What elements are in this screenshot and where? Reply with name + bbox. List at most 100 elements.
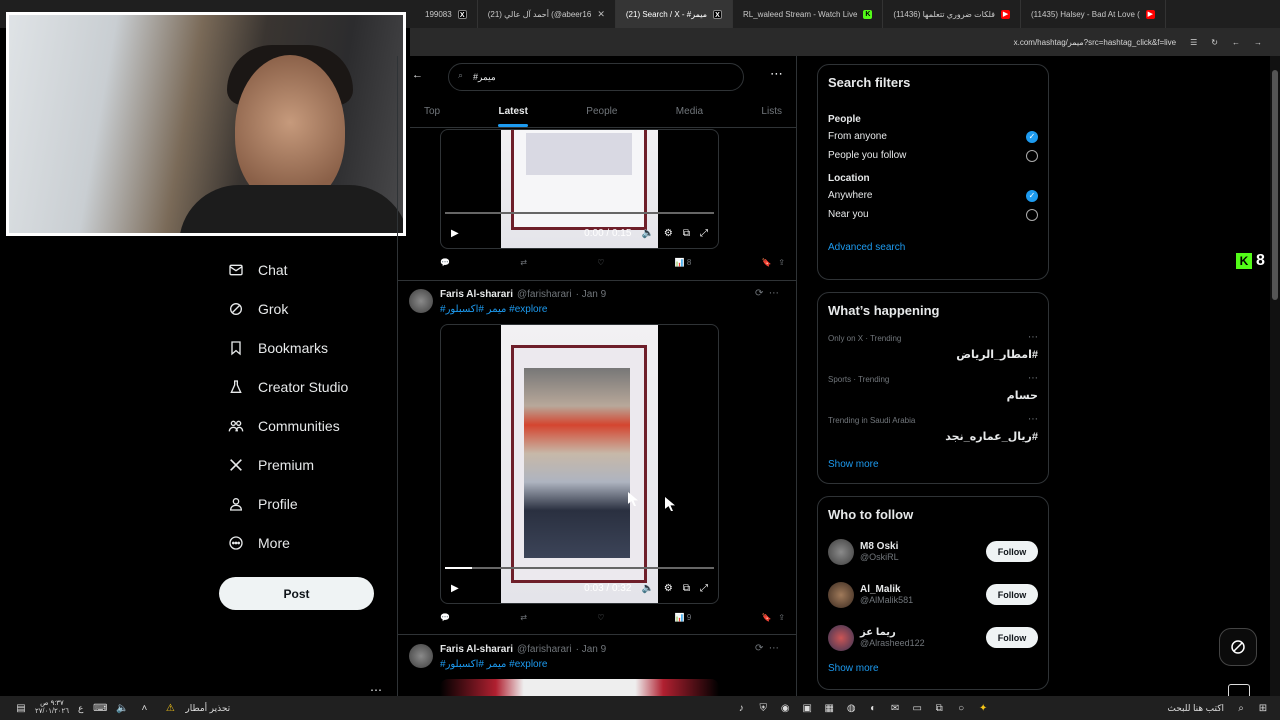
follow-suggestion[interactable]: M8 Oski @OskiRL Follow	[828, 530, 1038, 573]
bookmark-icon[interactable]: 🔖 ⇪	[762, 258, 785, 267]
follow-button[interactable]: Follow	[986, 627, 1038, 648]
tab-media[interactable]: Media	[676, 96, 703, 127]
play-icon[interactable]: ▶	[451, 228, 459, 239]
radio-icon[interactable]	[1026, 208, 1038, 221]
sidebar-item-bookmarks[interactable]: Bookmarks	[218, 328, 398, 367]
repost-icon[interactable]: ⇄	[520, 613, 527, 622]
search-input[interactable]	[448, 63, 744, 91]
notification-icon[interactable]: ▤	[10, 699, 32, 717]
cortana-icon[interactable]: ○	[950, 699, 972, 717]
grok-floating-button[interactable]	[1219, 628, 1257, 666]
grok-icon[interactable]: ⟳ ⋯	[755, 643, 779, 654]
radio-icon[interactable]	[1026, 149, 1038, 162]
edge-icon[interactable]: ◐	[862, 699, 884, 717]
app-icon[interactable]: ▣	[796, 699, 818, 717]
reply-icon[interactable]: 💬	[440, 613, 450, 622]
browser-tab-partial[interactable]: 199083 X	[415, 0, 478, 28]
sidebar-item-creator-studio[interactable]: Creator Studio	[218, 367, 398, 406]
trend-item[interactable]: Sports · Trending ⋯ حسام	[828, 373, 1038, 416]
tab-latest[interactable]: Latest	[498, 96, 529, 127]
avatar[interactable]	[828, 624, 854, 651]
avatar[interactable]	[828, 538, 854, 565]
repost-icon[interactable]: ⇄	[520, 258, 527, 267]
fullscreen-icon[interactable]: ⤢	[700, 583, 708, 594]
volume-icon[interactable]: 🔈	[641, 583, 653, 594]
mail-icon[interactable]: ✉	[884, 699, 906, 717]
task-view-icon[interactable]: ⧉	[928, 699, 950, 717]
settings-icon[interactable]: ⚙	[664, 583, 673, 594]
browser-tab-4[interactable]: (11436) فلكات ضروري تتعلمها ▶	[883, 0, 1022, 28]
filter-people-you-follow[interactable]: People you follow	[828, 146, 1038, 165]
shield-icon[interactable]: ⛨	[752, 699, 774, 717]
show-more-link[interactable]: Show more	[828, 459, 1038, 470]
follow-button[interactable]: Follow	[986, 584, 1038, 605]
checked-radio-icon[interactable]: ✓	[1026, 130, 1038, 143]
more-icon[interactable]: ⋯	[1028, 332, 1038, 343]
picture-in-picture-icon[interactable]: ⧉	[683, 228, 690, 239]
avatar[interactable]	[409, 289, 433, 313]
back-icon[interactable]: ←	[1232, 38, 1240, 47]
sidebar-item-communities[interactable]: Communities	[218, 406, 398, 445]
tab-people[interactable]: People	[586, 96, 617, 127]
search-icon[interactable]: ⌕	[1230, 699, 1252, 717]
trend-item[interactable]: Trending in Saudi Arabia ⋯ #ريال_عماره_ن…	[828, 414, 1038, 457]
tab-top[interactable]: Top	[424, 96, 440, 127]
forward-icon[interactable]: →	[1254, 38, 1262, 47]
sidebar-item-profile[interactable]: Profile	[218, 484, 398, 523]
scrollbar-thumb[interactable]	[1272, 70, 1278, 300]
taskbar-search[interactable]: اكتب هنا للبحث	[1167, 703, 1224, 714]
video-progress-bar[interactable]	[445, 567, 714, 569]
author-handle[interactable]: @farisharari	[517, 289, 572, 300]
browser-tab-3[interactable]: RL_waleed Stream - Watch Live K	[733, 0, 884, 28]
reload-icon[interactable]: ↻	[1211, 38, 1218, 47]
advanced-search-link[interactable]: Advanced search	[828, 242, 1038, 253]
tweet-hashtags[interactable]: #ميمر #اكسبلور #explore	[440, 659, 548, 670]
tune-icon[interactable]: ☰	[1190, 38, 1197, 47]
clock[interactable]: ٩:٣٧ ص ٢٧/٠١/٢٠٢٦	[32, 700, 72, 716]
settings-icon[interactable]: ⚙	[664, 228, 673, 239]
back-arrow-icon[interactable]: ←	[412, 69, 423, 81]
avatar[interactable]	[409, 644, 433, 668]
sidebar-item-chat[interactable]: Chat	[218, 250, 398, 289]
follow-button[interactable]: Follow	[986, 541, 1038, 562]
follow-suggestion[interactable]: Al_Malik @AlMalik581 Follow	[828, 573, 1038, 616]
follow-suggestion[interactable]: ريما عز @Alrasheed122 Follow	[828, 616, 1038, 659]
filter-from-anyone[interactable]: From anyone ✓	[828, 127, 1038, 146]
author-name[interactable]: Faris Al-sharari	[440, 644, 513, 655]
play-icon[interactable]: ▶	[451, 583, 459, 594]
tweet-date[interactable]: · Jan 9	[576, 289, 607, 300]
tiktok-icon[interactable]: ♪	[730, 699, 752, 717]
close-icon[interactable]: ✕	[597, 9, 605, 20]
url-text[interactable]: x.com/hashtag/ميمر?src=hashtag_click&f=l…	[1014, 38, 1177, 47]
tweet-video[interactable]: ▶ 0:00 / 0:15 🔈 ⚙ ⧉ ⤢	[440, 129, 719, 249]
tab-lists[interactable]: Lists	[761, 96, 782, 127]
discord-icon[interactable]: ◉	[774, 699, 796, 717]
video-progress-bar[interactable]	[445, 212, 714, 214]
like-icon[interactable]: ♡	[597, 258, 604, 267]
tweet-video[interactable]: ▶ 0:03 / 0:32 🔈 ⚙ ⧉ ⤢	[440, 324, 719, 604]
messages-icon[interactable]	[1228, 684, 1250, 696]
sidebar-item-premium[interactable]: Premium	[218, 445, 398, 484]
reply-icon[interactable]: 💬	[440, 258, 450, 267]
picture-in-picture-icon[interactable]: ⧉	[683, 583, 690, 594]
browser-tab-5[interactable]: (11435) Halsey - Bad At Love (▶	[1021, 0, 1166, 28]
sidebar-item-grok[interactable]: Grok	[218, 289, 398, 328]
bookmark-icon[interactable]: 🔖 ⇪	[762, 613, 785, 622]
volume-icon[interactable]: 🔈	[111, 699, 133, 717]
more-icon[interactable]: ⋯	[1028, 373, 1038, 384]
chevron-up-icon[interactable]: ˄	[133, 699, 155, 717]
browser-tab-2[interactable]: (21) Search / X - #ميمر X	[615, 0, 733, 28]
filter-anywhere[interactable]: Anywhere ✓	[828, 186, 1038, 205]
avatar[interactable]	[828, 581, 854, 608]
tweet-video[interactable]	[440, 679, 719, 696]
grok-icon[interactable]: ⟳ ⋯	[755, 288, 779, 299]
copilot-icon[interactable]: ✦	[972, 699, 994, 717]
sidebar-item-more[interactable]: More	[218, 523, 398, 562]
keyboard-icon[interactable]: ⌨	[89, 699, 111, 717]
browser-tab-1[interactable]: (21) أحمد آل عالي (@abeer16 ✕	[478, 0, 616, 28]
views-count[interactable]: 📊 8	[675, 258, 692, 267]
tweet-hashtags[interactable]: #ميمر #اكسبلور #explore	[440, 304, 548, 315]
fullscreen-icon[interactable]: ⤢	[700, 228, 708, 239]
windows-start-icon[interactable]: ⊞	[1252, 699, 1274, 717]
language-indicator[interactable]: ع	[78, 703, 83, 714]
